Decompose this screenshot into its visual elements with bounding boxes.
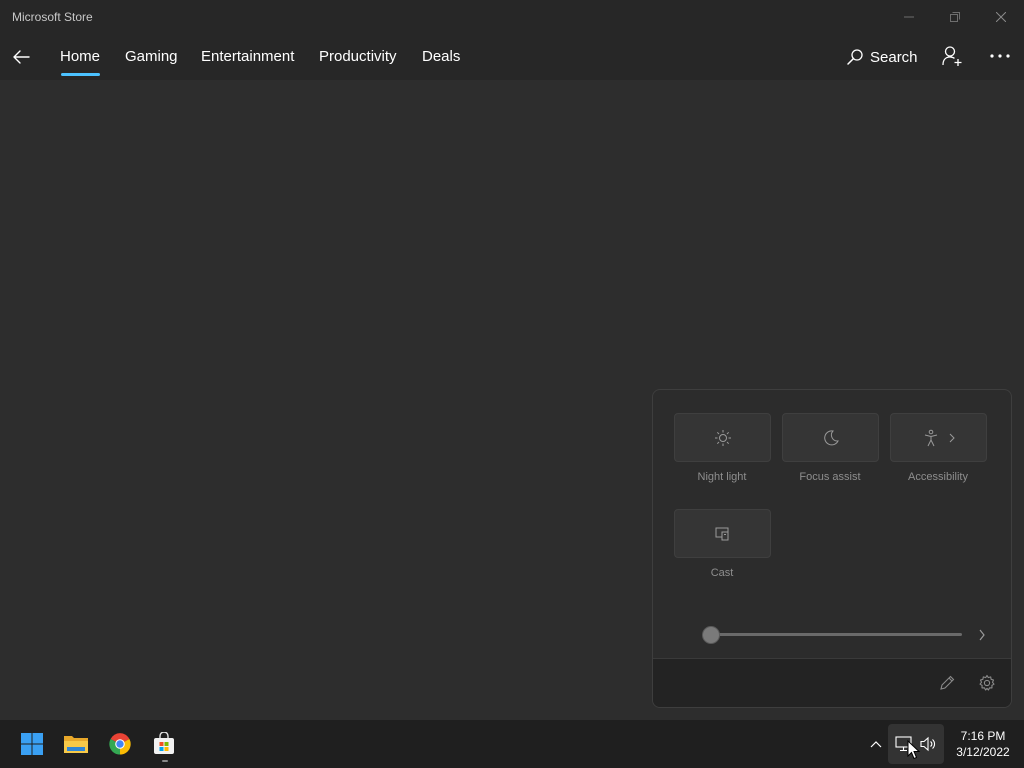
start-button[interactable] (16, 728, 48, 760)
search-label: Search (870, 48, 918, 66)
accessibility-tile[interactable] (890, 413, 987, 462)
close-icon (996, 12, 1006, 22)
cast-icon (715, 527, 728, 540)
chrome-button[interactable] (104, 728, 136, 760)
search-button[interactable]: Search (846, 46, 918, 68)
microsoft-store-icon (154, 732, 174, 754)
restore-button[interactable] (932, 0, 978, 34)
settings-button[interactable] (976, 672, 998, 694)
minimize-icon (904, 16, 914, 18)
edit-pencil-icon (940, 675, 955, 690)
cast-tile[interactable] (674, 509, 771, 558)
quick-settings-panel: Night light Focus assist Accessibility C… (652, 389, 1012, 708)
app-title: Microsoft Store (12, 10, 93, 24)
night-light-icon (714, 429, 731, 446)
chevron-right-icon (979, 629, 985, 641)
file-explorer-button[interactable] (60, 728, 92, 760)
chevron-right-icon (949, 433, 955, 442)
taskbar (0, 720, 1024, 768)
quick-settings-footer (653, 658, 1011, 707)
show-hidden-icons-button[interactable] (866, 734, 886, 754)
focus-assist-label: Focus assist (799, 471, 861, 483)
active-tab-indicator (61, 73, 100, 76)
clock-time: 7:16 PM (960, 729, 1006, 743)
tab-productivity[interactable]: Productivity (319, 48, 397, 65)
back-arrow-icon (13, 50, 30, 64)
close-button[interactable] (978, 0, 1024, 34)
chrome-icon (109, 733, 131, 755)
volume-status (918, 735, 938, 753)
add-user-icon (942, 46, 962, 66)
title-bar: Microsoft Store (0, 0, 1024, 34)
night-light-label: Night light (697, 471, 747, 483)
file-explorer-icon (64, 736, 88, 753)
restore-icon (950, 12, 960, 22)
microsoft-store-button[interactable] (148, 728, 180, 760)
more-button[interactable] (988, 46, 1012, 66)
search-icon (847, 49, 863, 65)
brightness-slider-thumb[interactable] (702, 626, 720, 644)
brightness-slider-track[interactable] (711, 633, 962, 636)
cast-label: Cast (710, 567, 734, 579)
brightness-expand-button[interactable] (973, 626, 991, 644)
night-light-tile[interactable] (674, 413, 771, 462)
back-button[interactable] (6, 42, 36, 72)
tab-home[interactable]: Home (60, 48, 100, 65)
accessibility-label: Accessibility (908, 471, 968, 483)
chevron-up-icon (870, 741, 882, 748)
taskbar-clock[interactable]: 7:16 PM 3/12/2022 (944, 728, 1022, 760)
minimize-button[interactable] (886, 0, 932, 34)
focus-assist-tile[interactable] (782, 413, 879, 462)
accessibility-icon (924, 429, 937, 446)
clock-date: 3/12/2022 (956, 745, 1010, 759)
mouse-cursor (907, 739, 921, 760)
settings-gear-icon (979, 674, 995, 691)
tab-entertainment[interactable]: Entertainment (201, 48, 294, 65)
cursor-arrow-icon (907, 739, 921, 760)
start-icon (21, 733, 43, 755)
moon-icon (823, 429, 839, 445)
running-indicator (162, 760, 168, 762)
edit-quick-settings-button[interactable] (936, 672, 958, 694)
tab-gaming[interactable]: Gaming (125, 48, 178, 65)
more-icon (990, 54, 1010, 58)
volume-icon (920, 736, 935, 752)
account-button[interactable] (940, 44, 964, 68)
tab-deals[interactable]: Deals (422, 48, 460, 65)
